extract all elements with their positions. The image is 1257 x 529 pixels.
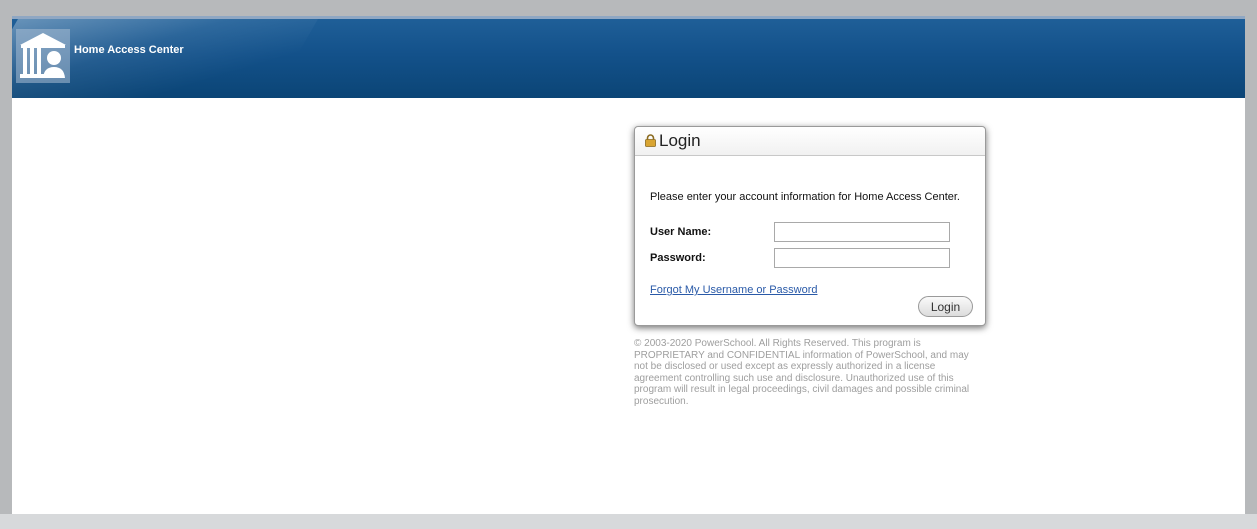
bottom-strip — [0, 514, 1257, 529]
login-title: Login — [659, 131, 701, 150]
username-label: User Name: — [650, 226, 712, 238]
password-input[interactable] — [774, 248, 950, 268]
login-instructions: Please enter your account information fo… — [650, 191, 960, 203]
app-header: Home Access Center — [12, 16, 1245, 98]
login-panel: Login Please enter your account informat… — [634, 126, 986, 326]
lock-icon — [645, 134, 656, 147]
copyright-notice: © 2003-2020 PowerSchool. All Rights Rese… — [634, 338, 970, 407]
forgot-credentials-link[interactable]: Forgot My Username or Password — [650, 284, 818, 296]
courthouse-person-logo-icon — [16, 29, 70, 83]
password-label: Password: — [650, 252, 706, 264]
page-frame: Home Access Center — [12, 16, 1245, 514]
app-title: Home Access Center — [74, 44, 184, 56]
login-panel-header: Login — [635, 127, 985, 156]
username-input[interactable] — [774, 222, 950, 242]
login-button[interactable]: Login — [918, 296, 973, 317]
